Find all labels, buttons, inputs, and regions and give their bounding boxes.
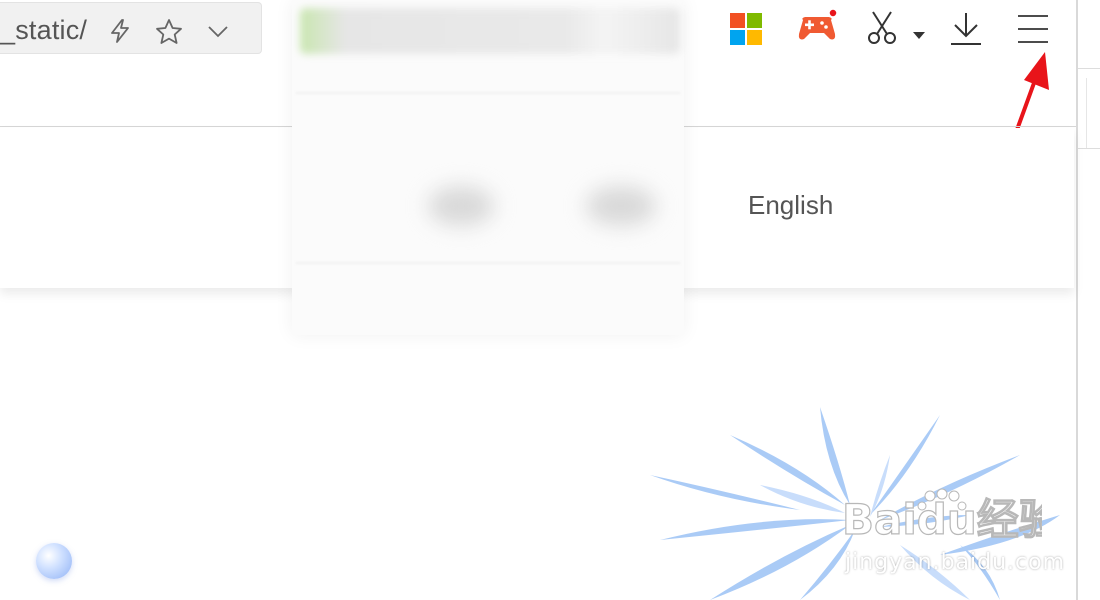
blurred-region <box>296 92 680 94</box>
side-panel-line <box>1086 78 1087 148</box>
watermark-url: jingyan.baidu.com <box>845 550 1066 575</box>
blurred-region <box>296 262 680 264</box>
game-controller-icon[interactable] <box>795 8 839 49</box>
menu-icon[interactable] <box>1016 13 1050 50</box>
lightning-icon[interactable] <box>106 17 134 45</box>
scissors-dropdown-caret-icon[interactable] <box>913 27 925 45</box>
apps-grid-icon[interactable] <box>730 13 762 50</box>
chevron-down-icon[interactable] <box>204 17 232 45</box>
url-text: _static/ <box>0 15 88 45</box>
scissors-icon[interactable] <box>865 10 901 51</box>
decorative-orb <box>36 543 72 579</box>
baidu-jingyan-watermark-logo: Baidu经验 <box>841 488 1061 553</box>
download-icon[interactable] <box>948 10 984 51</box>
blurred-region <box>300 8 680 54</box>
blurred-region <box>586 186 656 226</box>
blurred-region <box>428 186 494 226</box>
address-bar[interactable]: _static/ <box>0 2 262 54</box>
side-panel-line <box>1078 68 1100 69</box>
svg-text:Baidu经验: Baidu经验 <box>842 495 1042 544</box>
language-link-english[interactable]: English <box>748 190 833 221</box>
star-icon[interactable] <box>154 17 182 45</box>
side-panel-line <box>1078 148 1100 149</box>
